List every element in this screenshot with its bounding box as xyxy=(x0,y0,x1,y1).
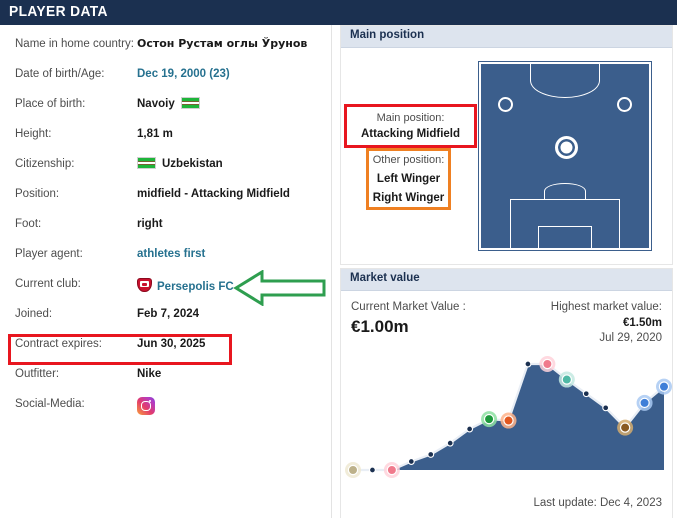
row-height: Height: 1,81 m xyxy=(0,127,331,157)
market-value-chart[interactable] xyxy=(341,354,672,484)
chart-data-point[interactable] xyxy=(370,467,376,473)
row-foot: Foot: right xyxy=(0,217,331,247)
value-place-of-birth: Navoiy xyxy=(137,97,200,111)
chart-data-point[interactable] xyxy=(525,361,531,367)
player-profile-page: PLAYER DATA Name in home country: Остон … xyxy=(0,0,677,518)
main-position-panel-title: Main position xyxy=(350,29,424,41)
label-social-media: Social-Media: xyxy=(15,397,85,411)
chart-club-marker[interactable] xyxy=(617,420,633,436)
main-position-panel-header: Main position xyxy=(341,26,672,48)
row-current-club: Current club: Persepolis FC xyxy=(0,277,331,307)
pitch-center-arc xyxy=(530,63,600,98)
instagram-icon[interactable] xyxy=(137,397,155,415)
value-outfitter: Nike xyxy=(137,367,161,381)
row-joined: Joined: Feb 7, 2024 xyxy=(0,307,331,337)
other-position-callout: Other position: Left Winger Right Winger xyxy=(366,148,451,210)
value-player-agent[interactable]: athletes first xyxy=(137,247,205,261)
value-contract-expires: Jun 30, 2025 xyxy=(137,337,205,351)
value-date-of-birth[interactable]: Dec 19, 2000 (23) xyxy=(137,67,230,81)
label-contract-expires: Contract expires: xyxy=(15,337,102,351)
main-position-callout-value: Attacking Midfield xyxy=(347,126,474,142)
label-name-in-home-country: Name in home country: xyxy=(15,37,134,51)
last-update-text: Last update: Dec 4, 2023 xyxy=(533,497,662,509)
value-joined: Feb 7, 2024 xyxy=(137,307,199,321)
pitch-diagram xyxy=(479,62,651,250)
label-current-club: Current club: xyxy=(15,277,81,291)
highest-market-value-date: Jul 29, 2020 xyxy=(599,332,662,344)
label-position: Position: xyxy=(15,187,59,201)
value-position: midfield - Attacking Midfield xyxy=(137,187,290,201)
position-marker-attacking-midfield[interactable] xyxy=(555,136,578,159)
label-player-agent: Player agent: xyxy=(15,247,83,261)
persepolis-crest-icon xyxy=(137,277,152,293)
label-citizenship: Citizenship: xyxy=(15,157,74,171)
market-value-panel: Market value Current Market Value : €1.0… xyxy=(340,268,673,518)
main-position-callout: Main position: Attacking Midfield xyxy=(344,104,477,148)
chart-club-marker[interactable] xyxy=(656,379,672,395)
row-name-in-home-country: Name in home country: Остон Рустам оглы … xyxy=(0,37,331,67)
chart-data-point[interactable] xyxy=(603,405,609,411)
label-joined: Joined: xyxy=(15,307,52,321)
label-foot: Foot: xyxy=(15,217,41,231)
highest-market-value-amount: €1.50m xyxy=(623,317,662,329)
highest-market-value-label: Highest market value: xyxy=(551,301,662,313)
row-position: Position: midfield - Attacking Midfield xyxy=(0,187,331,217)
value-citizenship: Uzbekistan xyxy=(137,157,223,171)
citizenship-text: Uzbekistan xyxy=(162,158,223,170)
page-title: PLAYER DATA xyxy=(9,3,108,20)
value-height: 1,81 m xyxy=(137,127,173,141)
position-marker-right-winger[interactable] xyxy=(617,97,632,112)
chart-club-marker[interactable] xyxy=(501,413,517,429)
pitch-penalty-arc xyxy=(544,183,586,199)
place-of-birth-text: Navoiy xyxy=(137,98,175,110)
row-contract-expires: Contract expires: Jun 30, 2025 xyxy=(0,337,331,367)
row-social-media: Social-Media: xyxy=(0,397,331,427)
chart-club-marker[interactable] xyxy=(559,372,575,388)
position-marker-left-winger[interactable] xyxy=(498,97,513,112)
chart-data-point[interactable] xyxy=(467,426,473,432)
current-market-value-amount: €1.00m xyxy=(351,317,409,337)
label-place-of-birth: Place of birth: xyxy=(15,97,85,111)
chart-club-marker[interactable] xyxy=(637,395,653,411)
value-social-media xyxy=(137,397,155,415)
chart-club-marker[interactable] xyxy=(345,462,361,478)
uzbekistan-flag-icon xyxy=(137,157,156,169)
current-club-text: Persepolis FC xyxy=(157,281,234,293)
chart-data-point[interactable] xyxy=(428,452,434,458)
other-position-callout-label: Other position: xyxy=(369,151,448,170)
row-date-of-birth: Date of birth/Age: Dec 19, 2000 (23) xyxy=(0,67,331,97)
chart-club-marker[interactable] xyxy=(481,411,497,427)
market-value-panel-header: Market value xyxy=(341,269,672,291)
right-column: Main position Main position: Attacking M… xyxy=(332,25,677,518)
value-foot: right xyxy=(137,217,163,231)
main-position-callout-label: Main position: xyxy=(347,110,474,126)
chart-data-point[interactable] xyxy=(408,459,414,465)
player-data-column: Name in home country: Остон Рустам оглы … xyxy=(0,25,331,518)
row-place-of-birth: Place of birth: Navoiy xyxy=(0,97,331,127)
row-citizenship: Citizenship: Uzbekistan xyxy=(0,157,331,187)
market-value-panel-title: Market value xyxy=(350,272,420,284)
page-header: PLAYER DATA xyxy=(0,0,677,25)
value-current-club[interactable]: Persepolis FC xyxy=(137,277,234,294)
row-outfitter: Outfitter: Nike xyxy=(0,367,331,397)
value-name-in-home-country: Остон Рустам оглы Ўрунов xyxy=(137,37,307,51)
chart-data-point[interactable] xyxy=(583,391,589,397)
other-position-value-right-winger: Right Winger xyxy=(369,189,448,208)
main-position-panel: Main position Main position: Attacking M… xyxy=(340,25,673,265)
pitch-goal-box xyxy=(538,226,592,249)
row-player-agent: Player agent: athletes first xyxy=(0,247,331,277)
label-height: Height: xyxy=(15,127,51,141)
chart-club-marker[interactable] xyxy=(539,356,555,372)
uzbekistan-flag-icon xyxy=(181,97,200,109)
other-position-value-left-winger: Left Winger xyxy=(369,170,448,189)
label-outfitter: Outfitter: xyxy=(15,367,59,381)
chart-club-marker[interactable] xyxy=(384,462,400,478)
current-market-value-label: Current Market Value : xyxy=(351,301,466,313)
label-date-of-birth: Date of birth/Age: xyxy=(15,67,105,81)
chart-data-point[interactable] xyxy=(447,440,453,446)
